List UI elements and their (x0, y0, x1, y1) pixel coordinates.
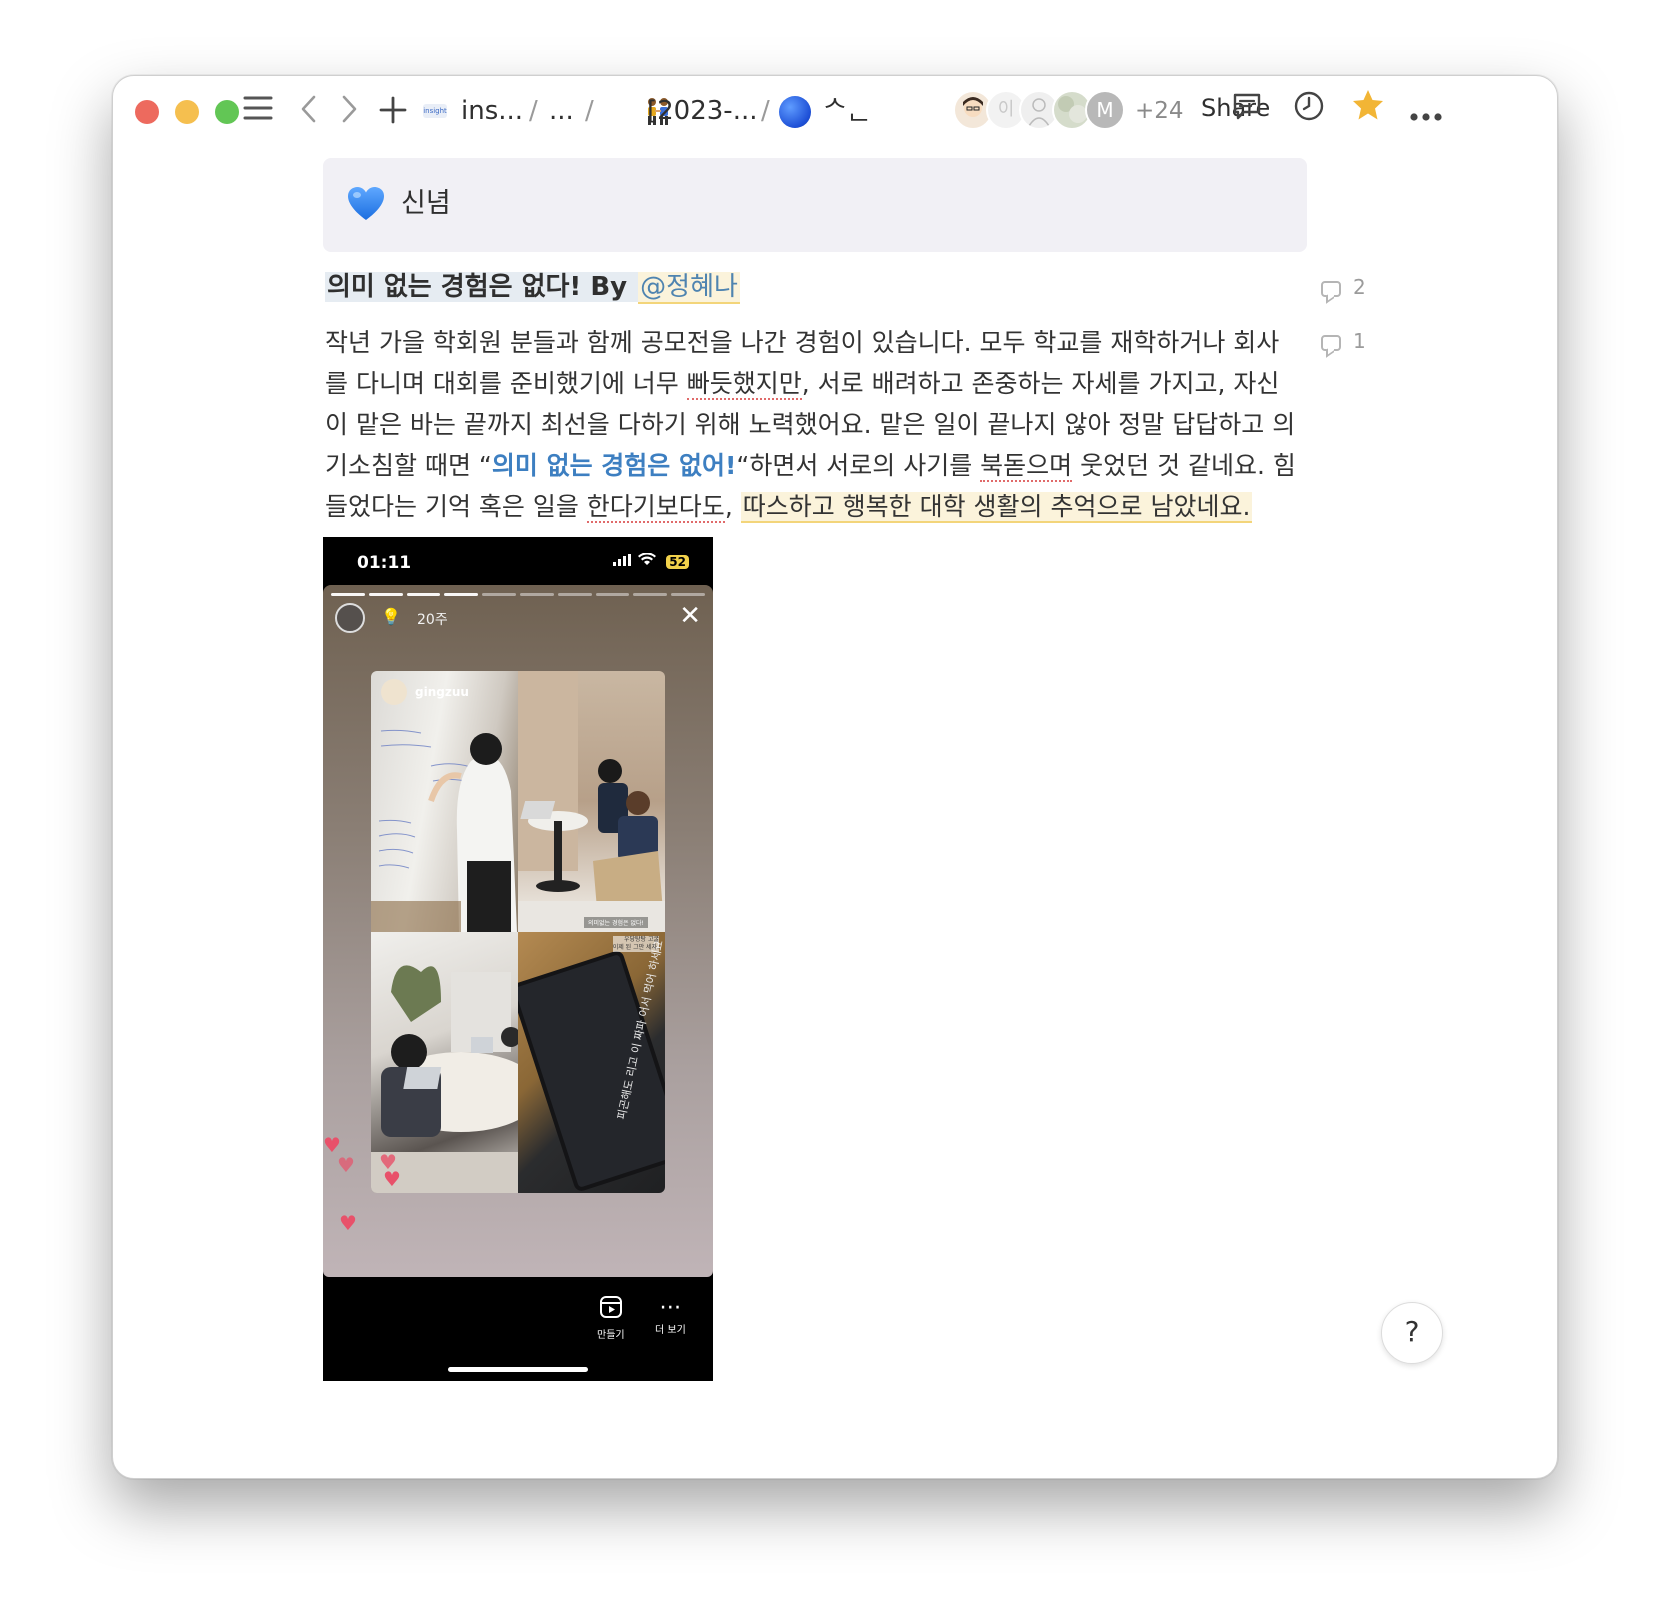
forward-arrow-icon[interactable] (339, 94, 359, 130)
breadcrumb-item-4[interactable]: ᄉᆫ (823, 94, 871, 128)
story-view: 💡 20주 ✕ gingzuu 의미없는 경험은 없다! 피곤해도 리고 이 짜… (323, 585, 713, 1277)
back-arrow-icon[interactable] (299, 94, 319, 130)
heart-icon: ♥ (383, 1167, 401, 1191)
callout-block[interactable]: 신념 (323, 158, 1307, 252)
notion-window: insight ins... / ... / [2023-... / ᄉᆫ 이 (112, 75, 1558, 1479)
heart-icon: ♥ (337, 1153, 355, 1177)
story-age: 20주 (417, 612, 448, 628)
blue-heart-icon[interactable] (347, 186, 385, 226)
ellipsis-icon: ⋯ (659, 1295, 682, 1320)
breadcrumb-item-3[interactable]: [2023-... (647, 94, 758, 128)
quote-highlight: 의미 없는 경험은 없어! (491, 451, 737, 480)
spellcheck-span[interactable]: 한다기보다도 (586, 492, 725, 523)
breadcrumb-separator: / (585, 96, 594, 126)
spellcheck-span[interactable]: 빠듯했지만 (686, 369, 802, 400)
caption-line: 이제 된 그만 세자. (612, 944, 659, 951)
phone-status-bar: 52 (613, 552, 689, 570)
maximize-window-button[interactable] (215, 100, 239, 124)
minimize-window-button[interactable] (175, 100, 199, 124)
comment-count: 1 (1353, 329, 1366, 353)
caption-line: 우당탕탕 고굴 (623, 936, 659, 943)
breadcrumb-separator: / (529, 96, 538, 126)
close-window-button[interactable] (135, 100, 159, 124)
phone-time: 01:11 (357, 553, 412, 573)
paragraph-line: 작년 가을 학회원 분들과 함께 공모전을 나간 경험이 있습니다. 모두 학교… (325, 328, 1280, 357)
favorite-star-icon[interactable] (1351, 88, 1385, 128)
photo-tablet: 피곤해도 리고 이 짜파 어서 먹어 하세요 우당탕탕 고굴 이제 된 그만 세… (518, 932, 665, 1193)
text-span: , 서로 배려하고 존중하는 자세를 가지고, 자신 (801, 369, 1280, 398)
cafe-scene (518, 671, 665, 932)
highlighted-text[interactable]: 따스하고 행복한 대학 생활의 추억으로 남았네요. (740, 492, 1253, 523)
paragraph-line: 들었다는 기억 혹은 일을 한다기보다도, 따스하고 행복한 대학 생활의 추억… (325, 486, 1309, 527)
story-author-avatar (335, 603, 365, 633)
signal-icon (613, 554, 632, 566)
sidebar-menu-icon[interactable] (243, 94, 273, 128)
photo-whiteboard: gingzuu (371, 671, 518, 932)
blue-circle-icon (779, 96, 811, 128)
paragraph-line: 이 맡은 바는 끝까지 최선을 다하기 위해 노력했어요. 맡은 일이 끝나지 … (325, 410, 1296, 439)
story-bottom-bar: 만들기 ⋯ 더 보기 (323, 1277, 713, 1381)
home-indicator (448, 1367, 588, 1372)
heading-text: 의미 없는 경험은 없다! By (325, 272, 639, 302)
collaborator-avatar[interactable]: M (1085, 90, 1125, 130)
text-span: “하면서 서로의 사기를 (736, 451, 981, 480)
heart-icon: ♥ (339, 1211, 357, 1235)
body-paragraph[interactable]: 작년 가을 학회원 분들과 함께 공모전을 나간 경험이 있습니다. 모두 학교… (325, 322, 1309, 527)
paragraph-comment-indicator[interactable]: 1 (1321, 328, 1366, 354)
user-mention[interactable]: @정혜나 (638, 272, 740, 304)
lightbulb-icon: 💡 (381, 607, 401, 626)
text-span: 웃었던 것 같네요. 힘 (1072, 451, 1296, 480)
whiteboard-scene (371, 729, 517, 932)
more-label: 더 보기 (655, 1325, 686, 1336)
text-span: 기소침할 때면 “ (325, 451, 492, 480)
text-span: , (724, 492, 741, 521)
comment-bubble-icon (1321, 334, 1341, 351)
close-icon: ✕ (679, 601, 701, 631)
create-button: 만들기 (597, 1295, 625, 1341)
photo-cafe: 의미없는 경험은 없다! (518, 671, 665, 932)
collaborator-count[interactable]: +24 (1135, 94, 1184, 128)
story-progress-bar (331, 593, 705, 596)
breadcrumb-item-2[interactable]: ... (549, 94, 574, 128)
more-options-icon[interactable] (1409, 98, 1443, 128)
wifi-icon (637, 552, 656, 565)
paragraph-line: 기소침할 때면 “의미 없는 경험은 없어!“하면서 서로의 사기를 북돋으며 … (325, 445, 1309, 486)
tablet-drawing: 피곤해도 리고 이 짜파 어서 먹어 하세요 (518, 939, 665, 1193)
comment-count: 2 (1353, 275, 1366, 299)
new-page-plus-icon[interactable] (379, 96, 407, 130)
story-screenshot-image[interactable]: 01:11 52 💡 20주 ✕ gingzuu 의미없는 경험은 없다! 피곤… (323, 537, 713, 1381)
more-button: ⋯ 더 보기 (655, 1295, 686, 1336)
comment-bubble-icon (1321, 280, 1341, 297)
photo-collage: gingzuu 의미없는 경험은 없다! 피곤해도 리고 이 짜파 어서 먹어 … (371, 671, 665, 1193)
insight-logo-icon: insight (423, 104, 447, 118)
updates-clock-icon[interactable] (1293, 90, 1325, 128)
tablet-handwriting: 피곤해도 리고 이 짜파 어서 먹어 하세요 (614, 939, 665, 1121)
comments-icon[interactable] (1231, 90, 1263, 128)
heading-comment-indicator[interactable]: 2 (1321, 274, 1366, 300)
breadcrumb-item-1[interactable]: ins... (461, 94, 523, 128)
section-heading[interactable]: 의미 없는 경험은 없다! By @정혜나 (325, 268, 740, 306)
text-span: 들었다는 기억 혹은 일을 (325, 492, 587, 521)
spellcheck-span[interactable]: 북돋으며 (980, 451, 1073, 482)
top-bar: insight ins... / ... / [2023-... / ᄉᆫ 이 (113, 76, 1557, 146)
battery-level: 52 (666, 555, 689, 569)
collage-caption-2: 우당탕탕 고굴 이제 된 그만 세자. (612, 936, 659, 952)
callout-text: 신념 (401, 188, 451, 219)
reels-icon (597, 1295, 625, 1326)
breadcrumb-separator: / (761, 96, 770, 126)
help-button[interactable]: ? (1381, 1302, 1443, 1364)
text-span: 를 다니며 대회를 준비했기에 너무 (325, 369, 687, 398)
create-label: 만들기 (597, 1330, 625, 1341)
paragraph-line: 를 다니며 대회를 준비했기에 너무 빠듯했지만, 서로 배려하고 존중하는 자… (325, 363, 1309, 404)
collage-caption: 의미없는 경험은 없다! (584, 917, 648, 928)
